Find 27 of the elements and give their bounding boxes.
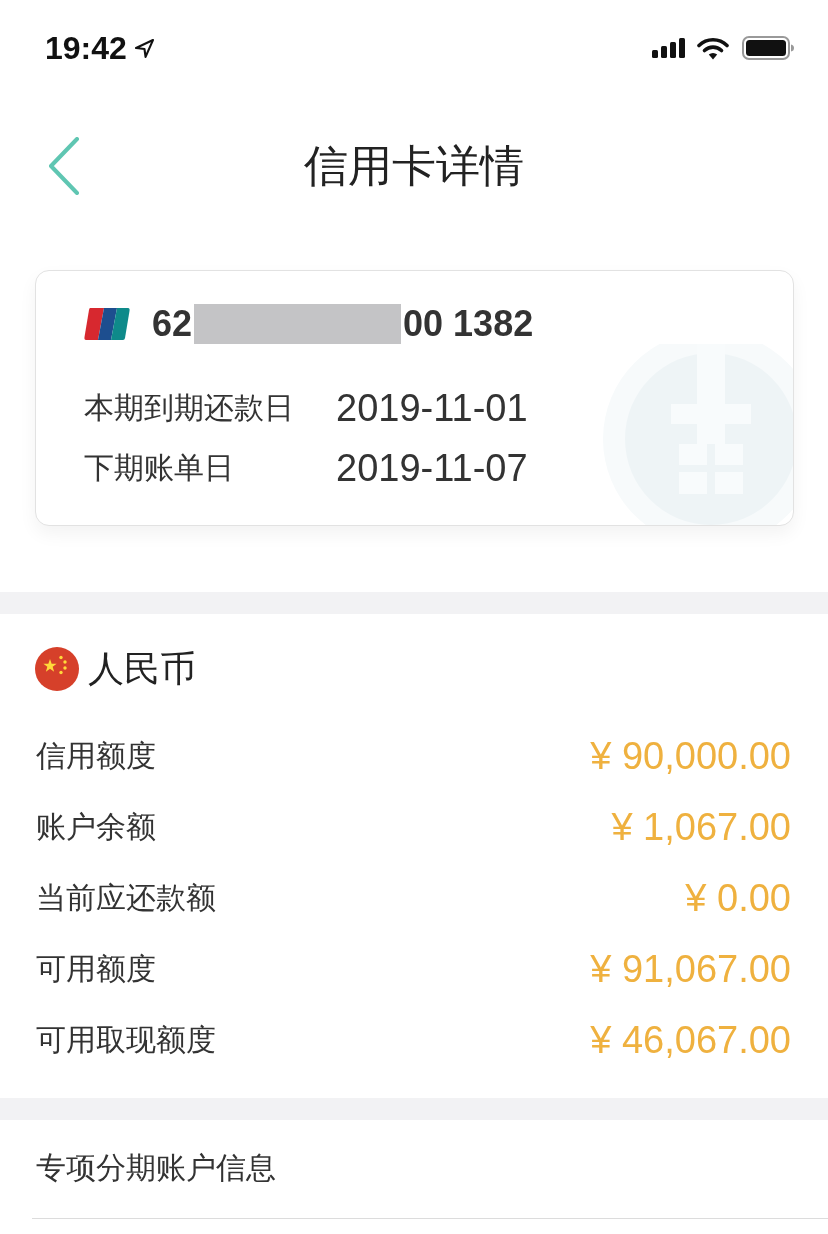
section-title: 专项分期账户信息 [36,1150,276,1186]
amount-value: ¥ 90,000.00 [590,736,791,775]
battery-icon [742,36,794,60]
striped-card-logo-icon [84,308,130,340]
signal-icon [652,38,686,58]
date-value: 2019-11-07 [336,449,528,487]
wifi-icon [697,36,729,60]
date-value: 2019-11-01 [336,389,528,427]
page-title: 信用卡详情 [304,139,524,192]
amount-label: 信用额度 [36,737,156,774]
flag-icon [35,647,79,691]
amount-label: 当前应还款额 [36,879,216,916]
amount-value: ¥ 91,067.00 [590,949,791,988]
location-arrow-icon [134,38,154,58]
date-label: 本期到期还款日 [84,390,295,426]
date-label: 下期账单日 [84,450,235,486]
amount-label: 账户余额 [36,808,156,845]
currency-name: 人民币 [88,647,196,691]
amount-value: ¥ 0.00 [685,878,791,917]
card-number-start: 62 [152,306,193,342]
amount-label: 可用取现额度 [36,1021,216,1058]
amount-label: 可用额度 [36,950,156,987]
status-time: 19:42 [45,32,127,64]
amount-value: ¥ 46,067.00 [590,1020,791,1059]
card-number-end: 00 1382 [403,306,534,342]
amount-value: ¥ 1,067.00 [611,807,791,846]
back-icon[interactable] [48,137,80,195]
